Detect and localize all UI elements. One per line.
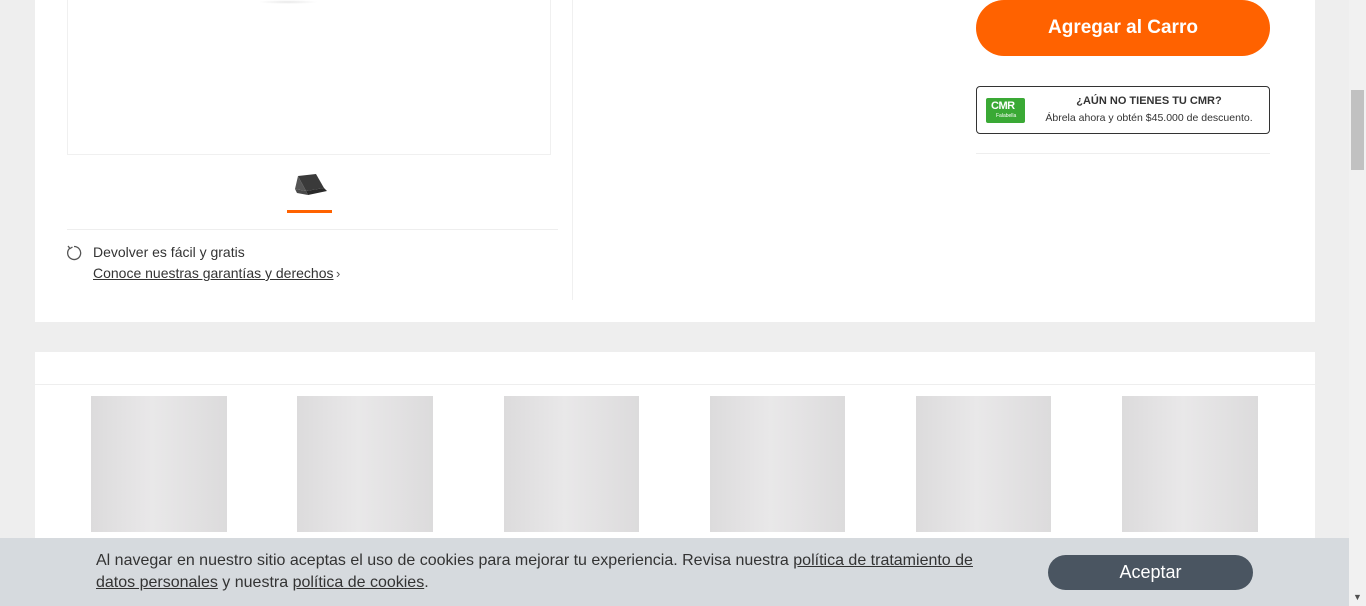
- cmr-promo-banner[interactable]: CMR Falabella ¿AÚN NO TIENES TU CMR? Ábr…: [976, 86, 1270, 134]
- cmr-title: ¿AÚN NO TIENES TU CMR?: [1076, 95, 1222, 107]
- scroll-down-arrow-icon[interactable]: ▼: [1353, 592, 1362, 602]
- cookie-text-after: .: [424, 574, 429, 591]
- warranty-rights-link[interactable]: Conoce nuestras garantías y derechos: [93, 265, 333, 281]
- cookie-consent-banner: Al navegar en nuestro sitio aceptas el u…: [0, 538, 1349, 606]
- accept-cookies-button[interactable]: Aceptar: [1048, 555, 1253, 590]
- cmr-logo-subtext: Falabella: [996, 113, 1017, 119]
- cookie-text-middle: y nuestra: [217, 574, 293, 591]
- product-main-image[interactable]: [67, 0, 551, 155]
- divider: [67, 229, 558, 230]
- product-image-shadow: [258, 0, 318, 4]
- product-card-placeholder: [91, 396, 227, 532]
- divider: [35, 384, 1315, 385]
- refresh-icon: [67, 245, 82, 261]
- chevron-right-icon[interactable]: ›: [336, 266, 340, 281]
- thumbnail-selected-indicator: [287, 210, 332, 213]
- product-card-placeholder: [710, 396, 845, 532]
- scrollbar-thumb[interactable]: [1351, 90, 1364, 170]
- product-card-placeholder: [504, 396, 639, 532]
- laptop-icon: [295, 174, 327, 195]
- cmr-logo: CMR Falabella: [986, 98, 1025, 123]
- product-thumbnail[interactable]: [287, 170, 332, 213]
- cmr-subtitle: Ábrela ahora y obtén $45.000 de descuent…: [1045, 112, 1253, 124]
- returns-title: Devolver es fácil y gratis: [93, 244, 245, 260]
- page-scrollbar[interactable]: ▼: [1349, 0, 1366, 606]
- cookie-message: Al navegar en nuestro sitio aceptas el u…: [96, 550, 1016, 594]
- product-card-placeholder: [916, 396, 1051, 532]
- cookie-text-before: Al navegar en nuestro sitio aceptas el u…: [96, 552, 794, 569]
- product-card-placeholder: [1122, 396, 1258, 532]
- cookies-policy-link[interactable]: política de cookies: [293, 574, 425, 591]
- add-to-cart-button[interactable]: Agregar al Carro: [976, 0, 1270, 56]
- divider: [976, 153, 1270, 154]
- column-divider: [572, 0, 573, 300]
- product-card-placeholder: [297, 396, 433, 532]
- cmr-logo-text: CMR: [991, 100, 1015, 112]
